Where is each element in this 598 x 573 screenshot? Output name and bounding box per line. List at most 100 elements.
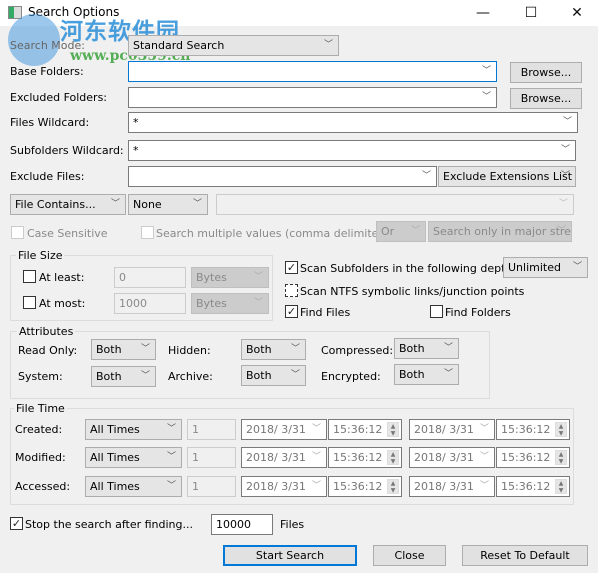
at-least-checkbox[interactable]	[23, 270, 36, 283]
from-time-value: 15:36:12	[333, 451, 383, 464]
attr-label-encrypted: Encrypted:	[321, 370, 381, 383]
time-mode-select-accessed[interactable]: All Times ﹀	[85, 476, 182, 497]
files-wildcard-input[interactable]: * ﹀	[128, 112, 578, 133]
at-most-label: At most:	[39, 297, 86, 310]
to-date-picker-created[interactable]: 2018/ 3/31 ﹀	[409, 419, 495, 440]
stop-after-checkbox[interactable]: ✓	[10, 517, 23, 530]
base-folders-input[interactable]: ﹀	[128, 61, 497, 82]
chevron-down-icon: ﹀	[166, 481, 176, 491]
files-wildcard-value: *	[133, 116, 139, 129]
browse-base-folders-button[interactable]: Browse...	[510, 62, 582, 83]
time-count-input-created[interactable]: 1	[187, 419, 236, 440]
to-time-picker-created[interactable]: 15:36:12 ▲ ▼	[496, 419, 570, 440]
chevron-down-icon: ﹀	[443, 343, 453, 353]
stop-after-input[interactable]: 10000	[211, 514, 273, 535]
from-date-picker-modified[interactable]: 2018/ 3/31 ﹀	[241, 447, 327, 468]
scan-subfolders-checkbox[interactable]: ✓	[285, 261, 298, 274]
attr-select-hidden[interactable]: Both ﹀	[241, 339, 306, 360]
exclude-mode-select[interactable]: Exclude Extensions List ﹀	[438, 166, 576, 187]
file-contains-select[interactable]: File Contains... ﹀	[10, 194, 126, 215]
multiple-values-checkbox[interactable]	[141, 226, 154, 239]
at-most-unit-select[interactable]: Bytes ﹀	[191, 293, 269, 314]
contains-format-select[interactable]: None ﹀	[128, 194, 208, 215]
minimize-button[interactable]: —	[460, 0, 506, 26]
time-mode-select-created[interactable]: All Times ﹀	[85, 419, 182, 440]
stream-value: Search only in major stre:	[433, 225, 572, 238]
scan-ntfs-checkbox[interactable]	[285, 284, 298, 297]
to-time-picker-accessed[interactable]: 15:36:12 ▲ ▼	[496, 476, 570, 497]
contains-value-input[interactable]: ﹀	[216, 194, 574, 215]
spinner-icon[interactable]: ▲ ▼	[555, 479, 567, 494]
attr-select-archive[interactable]: Both ﹀	[241, 365, 306, 386]
at-most-input[interactable]: 1000	[114, 293, 186, 314]
logic-select[interactable]: Or ﹀	[376, 221, 426, 242]
time-count-input-accessed[interactable]: 1	[187, 476, 236, 497]
chevron-down-icon: ﹀	[110, 199, 120, 209]
chevron-down-icon: ﹀	[323, 40, 333, 50]
subfolders-wildcard-input[interactable]: * ﹀	[128, 140, 576, 161]
logic-value: Or	[381, 225, 395, 238]
spinner-icon[interactable]: ▲ ▼	[555, 422, 567, 437]
from-time-picker-modified[interactable]: 15:36:12 ▲ ▼	[328, 447, 402, 468]
time-mode-select-modified[interactable]: All Times ﹀	[85, 447, 182, 468]
from-date-picker-created[interactable]: 2018/ 3/31 ﹀	[241, 419, 327, 440]
at-most-checkbox[interactable]	[23, 296, 36, 309]
time-mode-value: All Times	[90, 480, 140, 493]
to-date-picker-accessed[interactable]: 2018/ 3/31 ﹀	[409, 476, 495, 497]
to-time-value: 15:36:12	[501, 480, 551, 493]
find-files-checkbox[interactable]: ✓	[285, 305, 298, 318]
from-time-picker-accessed[interactable]: 15:36:12 ▲ ▼	[328, 476, 402, 497]
chevron-down-icon: ﹀	[166, 424, 176, 434]
search-mode-select[interactable]: Standard Search ﹀	[128, 35, 339, 56]
start-search-button[interactable]: Start Search	[223, 545, 357, 566]
attr-select-compressed[interactable]: Both ﹀	[394, 338, 459, 359]
to-date-picker-modified[interactable]: 2018/ 3/31 ﹀	[409, 447, 495, 468]
spinner-icon[interactable]: ▲ ▼	[555, 450, 567, 465]
browse-excluded-folders-button[interactable]: Browse...	[510, 88, 582, 109]
reset-to-default-button[interactable]: Reset To Default	[462, 545, 588, 566]
maximize-button[interactable]: ☐	[508, 0, 554, 26]
attr-select-system[interactable]: Both ﹀	[91, 366, 156, 387]
spinner-icon[interactable]: ▲ ▼	[387, 479, 399, 494]
scan-depth-select[interactable]: Unlimited ﹀	[503, 257, 588, 278]
multiple-values-label: Search multiple values (comma delimited)	[156, 227, 390, 240]
stream-select[interactable]: Search only in major stre: ﹀	[428, 221, 572, 242]
attr-select-encrypted[interactable]: Both ﹀	[394, 364, 459, 385]
contains-format-value: None	[133, 198, 162, 211]
from-time-picker-created[interactable]: 15:36:12 ▲ ▼	[328, 419, 402, 440]
chevron-down-icon: ﹀	[290, 370, 300, 380]
chevron-down-icon: ﹀	[443, 369, 453, 379]
scan-depth-value: Unlimited	[508, 261, 561, 274]
chevron-down-icon: ﹀	[253, 272, 263, 282]
chevron-down-icon: ﹀	[410, 226, 420, 236]
excluded-folders-input[interactable]: ﹀	[128, 87, 497, 108]
attr-value: Both	[246, 369, 272, 382]
time-count-input-modified[interactable]: 1	[187, 447, 236, 468]
to-date-value: 2018/ 3/31	[414, 423, 474, 436]
chevron-down-icon: ﹀	[479, 481, 489, 491]
exclude-files-input[interactable]: ﹀	[128, 166, 437, 187]
find-folders-label: Find Folders	[445, 306, 511, 319]
from-time-value: 15:36:12	[333, 423, 383, 436]
find-folders-checkbox[interactable]	[430, 305, 443, 318]
close-window-button[interactable]: ✕	[554, 0, 598, 26]
time-label-modified: Modified:	[15, 451, 66, 464]
from-date-picker-accessed[interactable]: 2018/ 3/31 ﹀	[241, 476, 327, 497]
chevron-down-icon: ﹀	[192, 199, 202, 209]
at-least-unit-select[interactable]: Bytes ﹀	[191, 267, 269, 288]
at-least-input[interactable]: 0	[114, 267, 186, 288]
case-sensitive-checkbox[interactable]	[11, 226, 24, 239]
to-date-value: 2018/ 3/31	[414, 480, 474, 493]
chevron-down-icon: ﹀	[479, 424, 489, 434]
to-time-picker-modified[interactable]: 15:36:12 ▲ ▼	[496, 447, 570, 468]
chevron-down-icon: ﹀	[166, 452, 176, 462]
close-button[interactable]: Close	[373, 545, 446, 566]
spinner-icon[interactable]: ▲ ▼	[387, 450, 399, 465]
spinner-icon[interactable]: ▲ ▼	[387, 422, 399, 437]
chevron-down-icon: ﹀	[560, 145, 570, 155]
scan-ntfs-label: Scan NTFS symbolic links/junction points	[300, 285, 525, 298]
attr-select-read-only[interactable]: Both ﹀	[91, 339, 156, 360]
chevron-down-icon: ﹀	[140, 344, 150, 354]
attr-value: Both	[246, 343, 272, 356]
attr-label-system: System:	[18, 370, 63, 383]
